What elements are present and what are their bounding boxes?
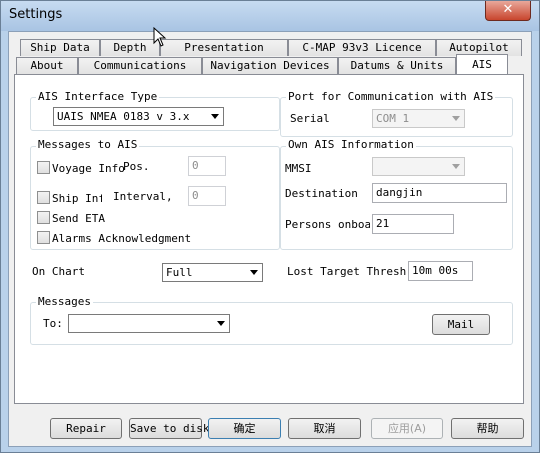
voyage-info-label: Voyage Info [52, 162, 125, 175]
mmsi-select[interactable] [372, 157, 465, 176]
chevron-down-icon [452, 116, 460, 121]
mmsi-label: MMSI [285, 162, 312, 175]
on-chart-value: Full [166, 266, 193, 279]
close-button[interactable]: ✕ [485, 1, 531, 21]
chevron-down-icon [452, 164, 460, 169]
own-ais-group-label: Own AIS Information [286, 138, 416, 151]
repair-button[interactable]: Repair [50, 418, 122, 439]
ais-interface-group-label: AIS Interface Type [36, 90, 160, 103]
mouse-cursor-icon [153, 27, 167, 47]
tab-depth[interactable]: Depth [100, 39, 160, 56]
tab-communications[interactable]: Communications [78, 57, 202, 74]
pos-field[interactable]: 0 [188, 156, 226, 176]
send-eta-label: Send ETA [52, 212, 105, 225]
on-chart-select[interactable]: Full [162, 263, 263, 282]
tab-presentation[interactable]: Presentation [160, 39, 288, 56]
ais-tab-panel: AIS Interface Type UAIS NMEA 0183 v 3.x … [14, 74, 524, 404]
alarms-ack-checkbox[interactable] [37, 231, 50, 244]
port-group-label: Port for Communication with AIS [286, 90, 496, 103]
on-chart-label: On Chart [32, 265, 85, 278]
voyage-info-checkbox[interactable] [37, 161, 50, 174]
tab-about[interactable]: About [16, 57, 78, 74]
destination-field[interactable]: dangjin [372, 183, 507, 203]
title-bar: Settings ✕ [1, 1, 539, 31]
ok-button[interactable]: 确定 [208, 418, 281, 439]
apply-button[interactable]: 应用(A) [371, 418, 443, 439]
to-label: To: [43, 317, 63, 330]
save-to-disk-button[interactable]: Save to disk [129, 418, 209, 439]
pos-label: Pos. [123, 160, 150, 173]
tab-ship-data[interactable]: Ship Data [20, 39, 100, 56]
interval-label: Interval, [113, 190, 173, 203]
messages-group-label: Messages [36, 295, 93, 308]
messages-to-ais-group-label: Messages to AIS [36, 138, 140, 151]
tab-navigation-devices[interactable]: Navigation Devices [202, 57, 338, 74]
alarms-ack-label: Alarms Acknowledgment [52, 232, 192, 245]
destination-label: Destination [285, 187, 358, 200]
tab-cmap-licence[interactable]: C-MAP 93v3 Licence [288, 39, 436, 56]
serial-label: Serial [290, 112, 330, 125]
mail-button[interactable]: Mail [432, 314, 490, 335]
chevron-down-icon [217, 321, 225, 326]
persons-onboard-label: Persons onboard [285, 218, 370, 231]
close-icon: ✕ [502, 2, 514, 17]
lost-target-field[interactable]: 10m 00s [408, 261, 473, 281]
persons-onboard-field[interactable]: 21 [372, 214, 454, 234]
serial-port-select[interactable]: COM 1 [372, 109, 465, 128]
tab-datums-units[interactable]: Datums & Units [338, 57, 456, 74]
to-select[interactable] [68, 314, 230, 333]
lost-target-label: Lost Target Threshold [287, 265, 407, 278]
window-title: Settings [9, 7, 63, 22]
ship-info-label: Ship Info [52, 192, 102, 205]
send-eta-checkbox[interactable] [37, 211, 50, 224]
ais-interface-select[interactable]: UAIS NMEA 0183 v 3.x [53, 107, 224, 126]
chevron-down-icon [211, 114, 219, 119]
help-button[interactable]: 帮助 [451, 418, 524, 439]
tab-ais[interactable]: AIS [456, 54, 508, 74]
chevron-down-icon [250, 270, 258, 275]
serial-port-value: COM 1 [376, 112, 410, 125]
cancel-button[interactable]: 取消 [288, 418, 361, 439]
ship-info-checkbox[interactable] [37, 191, 50, 204]
interval-field[interactable]: 0 [188, 186, 226, 206]
ais-interface-value: UAIS NMEA 0183 v 3.x [57, 110, 190, 123]
